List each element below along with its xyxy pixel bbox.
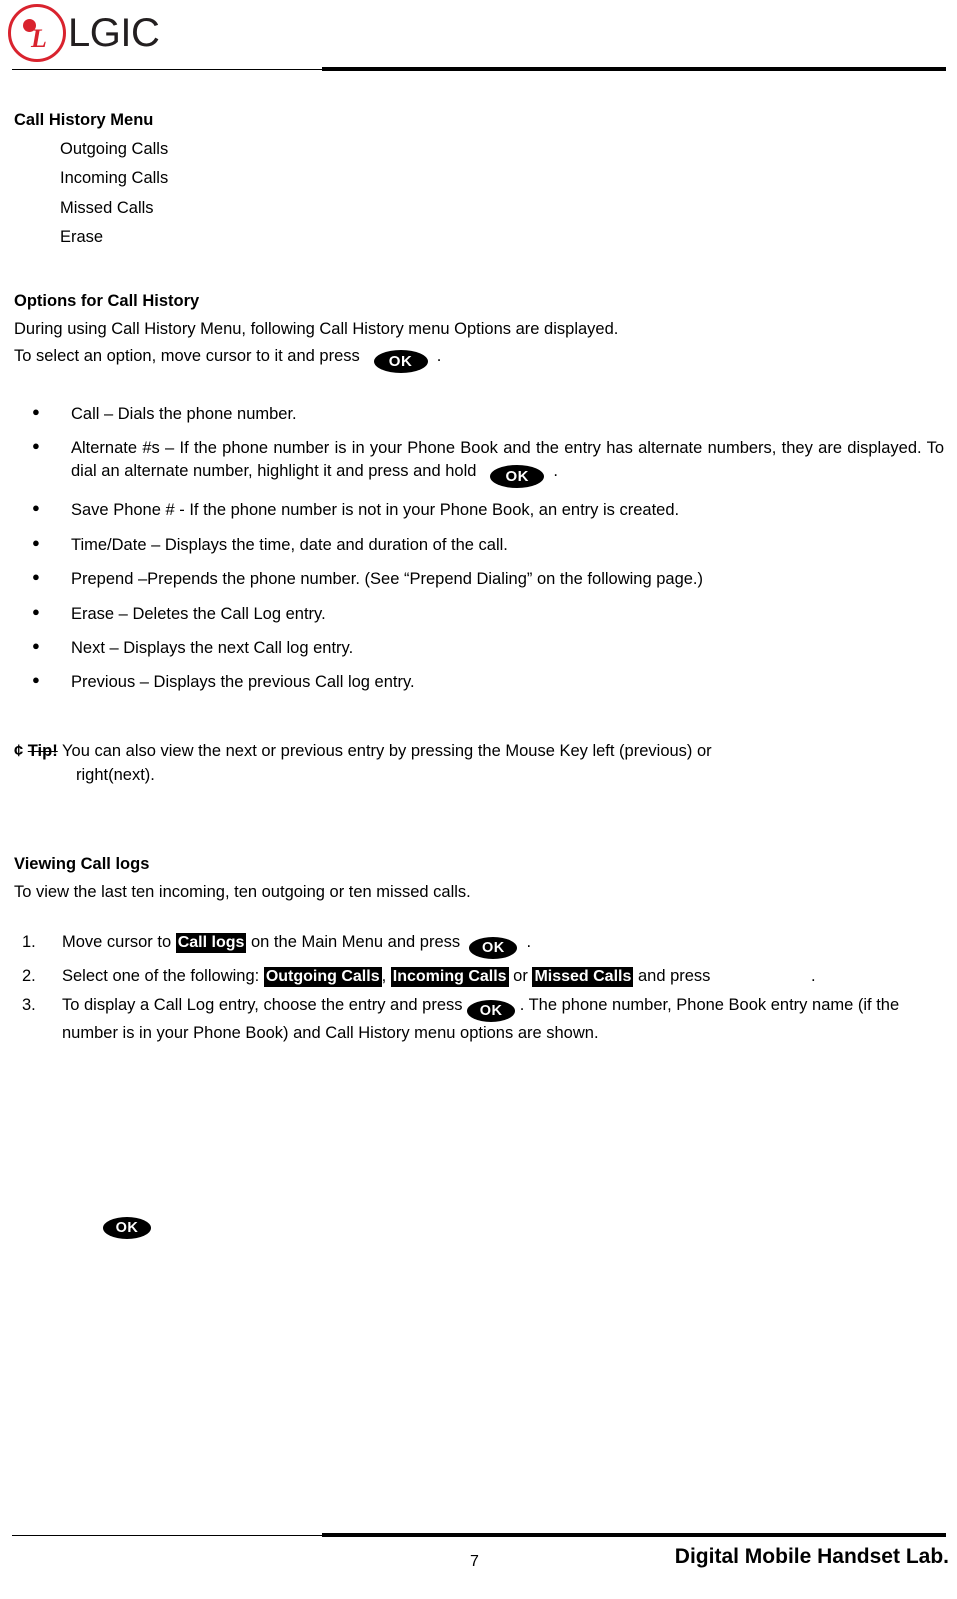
- tip-marker: ¢: [14, 741, 24, 760]
- highlight-outgoing-calls: Outgoing Calls: [263, 966, 382, 987]
- list-item: ● Erase – Deletes the Call Log entry.: [14, 603, 944, 626]
- step-text-c: .: [526, 932, 532, 951]
- header-rule-thin: [12, 69, 322, 70]
- step-number: 1.: [22, 932, 36, 951]
- list-item: 1. Move cursor to Call logs on the Main …: [14, 931, 944, 959]
- tip-paragraph: ¢ Tip! You can also view the next or pre…: [14, 740, 944, 764]
- page-content: Call History Menu Outgoing Calls Incomin…: [14, 112, 944, 1052]
- menu-item-missed-calls: Missed Calls: [60, 198, 154, 217]
- menu-item-outgoing-calls: Outgoing Calls: [60, 139, 169, 158]
- step-text-b: and press: [637, 966, 711, 985]
- bullet-icon: ●: [32, 603, 40, 619]
- step-sep-2: or: [513, 966, 528, 985]
- bullet-text: Call – Dials the phone number.: [71, 404, 297, 423]
- call-history-menu-heading: Call History Menu: [14, 111, 154, 129]
- options-intro-line2-period: .: [436, 346, 442, 365]
- step-number: 2.: [22, 966, 36, 985]
- options-heading: Options for Call History: [14, 291, 200, 310]
- viewing-intro: To view the last ten incoming, ten outgo…: [14, 883, 471, 902]
- highlight-incoming-calls: Incoming Calls: [390, 966, 509, 987]
- footer-rule-thick: [322, 1533, 946, 1537]
- list-item: ● Alternate #s – If the phone number is …: [14, 437, 944, 489]
- highlight-call-logs: Call logs: [175, 932, 247, 953]
- options-bullet-list: ● Call – Dials the phone number. ● Alter…: [14, 403, 944, 695]
- bullet-icon: ●: [32, 534, 40, 550]
- step-text-c: .: [811, 966, 816, 985]
- tip-label: Tip!: [27, 741, 58, 760]
- bullet-icon: ●: [32, 437, 40, 453]
- document-page: L LGIC Call History Menu Outgoing Calls …: [0, 0, 957, 1599]
- tip-text-line2: right(next).: [76, 765, 155, 784]
- step-text-b: on the Main Menu and press: [251, 932, 461, 951]
- list-item: ● Next – Displays the next Call log entr…: [14, 637, 944, 660]
- ok-key-icon: OK: [467, 1000, 516, 1023]
- highlight-missed-calls: Missed Calls: [532, 966, 634, 987]
- list-item: ● Prepend –Prepends the phone number. (S…: [14, 568, 944, 591]
- ok-key-icon: OK: [490, 465, 545, 489]
- bullet-text: Prepend –Prepends the phone number. (See…: [71, 570, 704, 589]
- options-intro-line1: During using Call History Menu, followin…: [14, 320, 619, 338]
- ok-key-icon-overlap: OK: [103, 1217, 151, 1239]
- bullet-icon: ●: [32, 403, 40, 419]
- header-rule-thick: [322, 67, 946, 71]
- brand-text: LGIC: [68, 10, 160, 55]
- bullet-icon: ●: [32, 569, 40, 585]
- page-header: L LGIC: [0, 0, 957, 80]
- tip-text-line1: You can also view the next or previous e…: [62, 741, 712, 760]
- viewing-steps-list: 1. Move cursor to Call logs on the Main …: [14, 931, 944, 1046]
- bullet-icon: ●: [32, 672, 40, 688]
- menu-item-erase: Erase: [60, 228, 104, 246]
- list-item: ● Call – Dials the phone number.: [14, 403, 944, 426]
- step-text-a: To display a Call Log entry, choose the …: [62, 996, 463, 1015]
- bullet-text: Previous – Displays the previous Call lo…: [71, 673, 415, 692]
- step-sep-1: ,: [381, 966, 387, 985]
- bullet-icon: ●: [32, 500, 40, 516]
- footer-rule-thin: [12, 1535, 322, 1536]
- lg-logo: L LGIC: [8, 4, 160, 62]
- list-item: ● Previous – Displays the previous Call …: [14, 671, 944, 694]
- menu-item-incoming-calls: Incoming Calls: [60, 169, 169, 187]
- step-text-a: Select one of the following:: [62, 966, 260, 985]
- bullet-icon: ●: [32, 638, 40, 654]
- ok-key-icon: OK: [469, 936, 518, 959]
- list-item: ● Save Phone # - If the phone number is …: [14, 499, 944, 522]
- options-intro-line2-text: To select an option, move cursor to it a…: [14, 346, 360, 365]
- options-intro-line2: To select an option, move cursor to it a…: [14, 346, 944, 373]
- list-item: ● Time/Date – Displays the time, date an…: [14, 534, 944, 557]
- ok-key-icon: OK: [373, 349, 428, 373]
- page-footer: 7 Digital Mobile Handset Lab.: [0, 1527, 957, 1599]
- bullet-text: Erase – Deletes the Call Log entry.: [71, 604, 326, 623]
- lg-logo-icon: L: [8, 4, 66, 62]
- list-item: 3. To display a Call Log entry, choose t…: [14, 994, 944, 1045]
- lg-logo-letter: L: [31, 24, 47, 53]
- step-text-a: Move cursor to: [62, 932, 172, 951]
- bullet-text: Save Phone # - If the phone number is no…: [71, 501, 680, 520]
- bullet-text-tail: .: [553, 462, 558, 481]
- list-item: 2. Select one of the following: Outgoing…: [14, 965, 944, 989]
- step-number: 3.: [22, 996, 36, 1015]
- bullet-text: Next – Displays the next Call log entry.: [71, 639, 354, 658]
- viewing-heading: Viewing Call logs: [14, 854, 150, 873]
- footer-lab-text: Digital Mobile Handset Lab.: [674, 1545, 949, 1568]
- page-number: 7: [470, 1553, 479, 1570]
- bullet-text: Time/Date – Displays the time, date and …: [71, 535, 508, 554]
